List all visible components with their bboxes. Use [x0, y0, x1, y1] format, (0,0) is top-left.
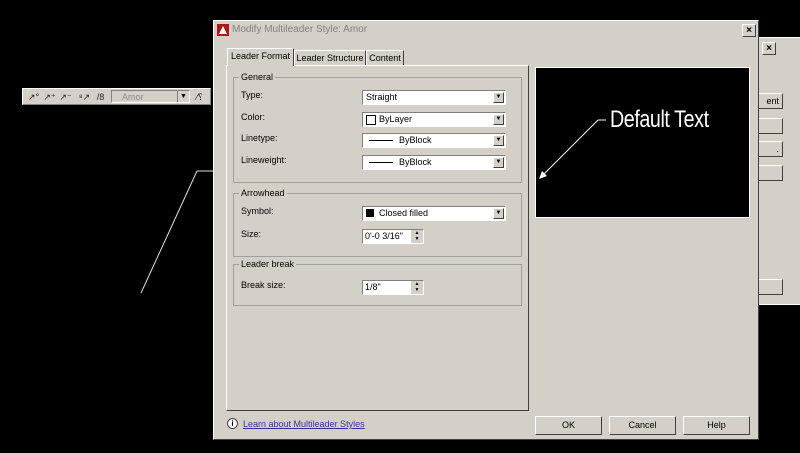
type-label: Type: [241, 90, 264, 100]
size-value: 0'-0 3/16" [365, 231, 403, 241]
line-sample-icon [369, 140, 393, 141]
size-label: Size: [241, 229, 262, 239]
style-select-value: Amor [122, 92, 144, 102]
autocad-app-icon [217, 24, 229, 36]
tab-content[interactable]: Content [366, 50, 404, 65]
symbol-select[interactable]: Closed filled ▼ [362, 206, 506, 221]
general-group: General Type: Straight ▼ Color: ByLayer … [233, 72, 522, 183]
chevron-down-icon[interactable]: ▼ [493, 114, 504, 125]
closed-filled-arrow-icon [366, 209, 374, 217]
spin-arrows-icon[interactable]: ▲ ▼ [411, 281, 423, 294]
linetype-select[interactable]: ByBlock ▼ [362, 133, 506, 148]
chevron-down-icon[interactable]: ▼ [493, 157, 504, 168]
multileader-style-select[interactable]: Amor ▼ [111, 90, 190, 103]
learn-multileader-link[interactable]: Learn about Multileader Styles [243, 419, 365, 429]
color-swatch-icon [366, 115, 376, 125]
leader-break-group: Leader break Break size: 1/8" ▲ ▼ [233, 259, 522, 306]
chevron-down-icon[interactable]: ▼ [493, 92, 504, 103]
symbol-value: Closed filled [379, 208, 429, 218]
modify-multileader-style-dialog: Modify Multileader Style: Amor × Leader … [213, 20, 759, 440]
break-size-stepper[interactable]: 1/8" ▲ ▼ [362, 280, 424, 295]
type-select[interactable]: Straight ▼ [362, 90, 506, 105]
arrowhead-legend: Arrowhead [239, 188, 287, 198]
multileader-style-icon[interactable]: ⁄⸮ [192, 91, 207, 103]
close-icon[interactable]: × [762, 42, 776, 55]
close-icon[interactable]: × [742, 24, 756, 37]
lineweight-label: Lineweight: [241, 155, 287, 165]
arrow-size-stepper[interactable]: 0'-0 3/16" ▲ ▼ [362, 229, 424, 244]
multileader-toolbar: ↗° ↗⁺ ↗⁻ ⁸↗ /8 Amor ▼ ⁄⸮ [22, 88, 211, 105]
multileader-icon[interactable]: ↗° [26, 91, 41, 103]
tab-leader-format[interactable]: Leader Format [227, 48, 294, 66]
info-icon: i [227, 418, 238, 429]
collect-multileaders-icon[interactable]: /8 [93, 91, 108, 103]
arrowhead-group: Arrowhead Symbol: Closed filled ▼ Size: … [233, 188, 522, 257]
leader-break-legend: Leader break [239, 259, 297, 269]
color-label: Color: [241, 112, 266, 122]
preview-leader-arrow [539, 119, 606, 179]
linetype-value: ByBlock [399, 135, 432, 145]
dialog-title: Modify Multileader Style: Amor [232, 24, 368, 35]
type-value: Straight [366, 92, 398, 102]
cancel-button[interactable]: Cancel [609, 416, 676, 435]
title-bar: Modify Multileader Style: Amor × [214, 21, 758, 40]
add-leader-icon[interactable]: ↗⁺ [42, 91, 57, 103]
linetype-label: Linetype: [241, 133, 278, 143]
tab-leader-structure[interactable]: Leader Structure [294, 50, 366, 65]
chevron-down-icon[interactable]: ▼ [493, 135, 504, 146]
ok-button[interactable]: OK [535, 416, 602, 435]
color-select[interactable]: ByLayer ▼ [362, 112, 506, 127]
chevron-down-icon[interactable]: ▼ [177, 91, 189, 102]
spin-arrows-icon[interactable]: ▲ ▼ [411, 230, 423, 243]
color-value: ByLayer [379, 114, 413, 124]
chevron-down-icon[interactable]: ▼ [493, 208, 504, 219]
lineweight-select[interactable]: ByBlock ▼ [362, 155, 506, 170]
remove-leader-icon[interactable]: ↗⁻ [58, 91, 73, 103]
leader-format-panel: General Type: Straight ▼ Color: ByLayer … [226, 65, 529, 411]
lineweight-value: ByBlock [399, 157, 432, 167]
break-size-value: 1/8" [365, 282, 381, 292]
break-size-label: Break size: [241, 280, 286, 290]
preview-pane: Default Text [535, 67, 750, 218]
preview-default-text: Default Text [610, 106, 709, 133]
help-button[interactable]: Help [683, 416, 750, 435]
align-multileaders-icon[interactable]: ⁸↗ [77, 91, 92, 103]
general-legend: General [239, 72, 276, 82]
line-sample-icon [369, 162, 393, 163]
symbol-label: Symbol: [241, 206, 274, 216]
